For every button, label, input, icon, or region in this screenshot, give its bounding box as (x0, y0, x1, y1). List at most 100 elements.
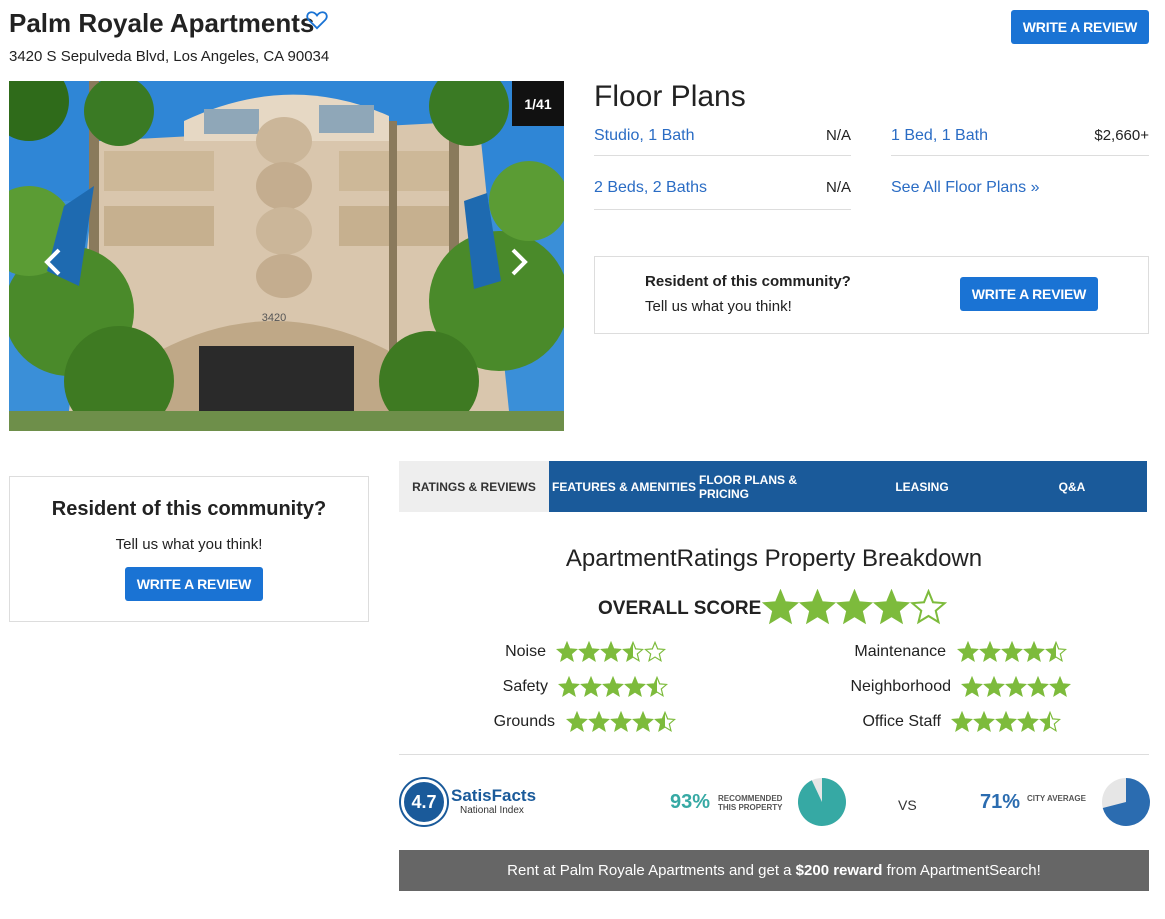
banner-reward: $200 reward (795, 862, 883, 879)
star-full-icon (566, 711, 588, 732)
overall-score-label: OVERALL SCORE (598, 598, 762, 619)
resident-question: Resident of this community? (645, 273, 851, 290)
rating-label-maintenance: Maintenance (854, 643, 946, 660)
floor-plan-price: N/A (825, 179, 851, 196)
recommended-label-line: THIS PROPERTY (718, 803, 783, 812)
resident-text: Tell us what you think! (115, 536, 263, 553)
satisfacts-score-badge: 4.7 (401, 779, 447, 825)
star-full-icon (873, 589, 910, 625)
rating-stars-neighborhood (961, 676, 1071, 698)
rating-stars-maintenance (957, 641, 1067, 663)
floor-plan-link-studio[interactable]: Studio, 1 Bath (594, 127, 695, 145)
city-average-pie-chart (1102, 778, 1150, 826)
resident-text: Tell us what you think! (645, 298, 792, 315)
tab-floor-plans-pricing[interactable]: FLOOR PLANS & PRICING (699, 461, 847, 512)
breakdown-title: ApartmentRatings Property Breakdown (565, 545, 983, 572)
rating-label-noise: Noise (505, 643, 546, 660)
divider (594, 155, 851, 156)
floor-plan-row: 2 Beds, 2 Baths N/A (594, 179, 851, 219)
star-full-icon (995, 711, 1017, 732)
divider (594, 209, 851, 210)
rating-label-office-staff: Office Staff (862, 713, 941, 730)
tab-ratings-reviews[interactable]: RATINGS & REVIEWS (399, 461, 549, 512)
see-all-floor-plans-link[interactable]: See All Floor Plans » (891, 179, 1040, 197)
star-full-icon (979, 641, 1001, 662)
star-full-icon (556, 641, 578, 662)
star-full-icon (1001, 641, 1023, 662)
chevron-left-icon[interactable] (41, 246, 65, 278)
page-title: Palm Royale Apartments (9, 8, 315, 38)
rating-stars-noise (556, 641, 666, 663)
star-full-icon (558, 676, 580, 697)
star-full-icon (1027, 676, 1049, 697)
star-full-icon (578, 641, 600, 662)
recommended-percent: 93% (670, 791, 711, 813)
svg-text:3420: 3420 (262, 312, 286, 324)
property-address: 3420 S Sepulveda Blvd, Los Angeles, CA 9… (9, 48, 330, 65)
floor-plan-link-1bed[interactable]: 1 Bed, 1 Bath (891, 127, 988, 145)
floor-plan-row: Studio, 1 Bath N/A (594, 127, 851, 167)
star-full-icon (961, 676, 983, 697)
star-full-icon (1017, 711, 1039, 732)
chevron-right-icon[interactable] (507, 246, 531, 278)
heart-icon[interactable] (306, 10, 328, 30)
star-full-icon (580, 676, 602, 697)
banner-prefix: Rent at Palm Royale Apartments and get a (507, 862, 796, 879)
city-average-label: CITY AVERAGE (1027, 794, 1086, 803)
tab-qa[interactable]: Q&A (997, 461, 1147, 512)
resident-question: Resident of this community? (51, 498, 327, 520)
banner-suffix: from ApartmentSearch! (882, 862, 1041, 879)
photo-gallery[interactable]: 3420 1/41 (9, 81, 564, 431)
star-empty-icon (644, 641, 666, 662)
tab-features-amenities[interactable]: FEATURES & AMENITIES (549, 461, 699, 512)
star-full-icon (632, 711, 654, 732)
floor-plan-price: N/A (825, 127, 851, 144)
star-half-icon (654, 711, 676, 732)
star-empty-icon (910, 589, 947, 625)
reward-banner[interactable]: Rent at Palm Royale Apartments and get a… (399, 850, 1149, 891)
star-half-icon (1039, 711, 1061, 732)
city-average-percent: 71% (980, 791, 1021, 813)
overall-stars (762, 589, 947, 626)
rating-stars-grounds (566, 711, 676, 733)
rating-label-neighborhood: Neighborhood (850, 678, 951, 695)
floor-plan-row: See All Floor Plans » (891, 179, 1149, 219)
star-full-icon (600, 641, 622, 662)
star-full-icon (983, 676, 1005, 697)
star-full-icon (957, 641, 979, 662)
floor-plan-link-2bed[interactable]: 2 Beds, 2 Baths (594, 179, 707, 197)
star-full-icon (602, 676, 624, 697)
write-review-button[interactable]: WRITE A REVIEW (125, 567, 263, 601)
recommended-label-line: RECOMMENDED (718, 794, 783, 803)
rating-label-safety: Safety (502, 678, 548, 695)
tab-bar: RATINGS & REVIEWS FEATURES & AMENITIES F… (399, 461, 1147, 512)
star-full-icon (1005, 676, 1027, 697)
floor-plans-title: Floor Plans (594, 80, 746, 113)
star-full-icon (588, 711, 610, 732)
star-full-icon (799, 589, 836, 625)
recommended-pie-chart (797, 778, 846, 826)
building-photo: 3420 (9, 81, 564, 431)
floor-plan-price: $2,660+ (1094, 127, 1149, 144)
photo-counter: 1/41 (512, 81, 564, 126)
star-half-icon (622, 641, 644, 662)
rating-stars-office-staff (951, 711, 1061, 733)
star-half-icon (1045, 641, 1067, 662)
tab-leasing[interactable]: LEASING (847, 461, 997, 512)
star-full-icon (1023, 641, 1045, 662)
divider (399, 754, 1149, 755)
star-full-icon (973, 711, 995, 732)
write-review-button[interactable]: WRITE A REVIEW (960, 277, 1098, 311)
rating-label-grounds: Grounds (493, 713, 555, 730)
star-full-icon (1049, 676, 1071, 697)
recommended-label: RECOMMENDED THIS PROPERTY (718, 794, 782, 812)
star-full-icon (836, 589, 873, 625)
star-full-icon (762, 589, 799, 625)
star-full-icon (951, 711, 973, 732)
versus-label: VS (898, 797, 917, 813)
star-half-icon (646, 676, 668, 697)
rating-stars-safety (558, 676, 668, 698)
floor-plan-row: 1 Bed, 1 Bath $2,660+ (891, 127, 1149, 167)
star-full-icon (624, 676, 646, 697)
write-review-button[interactable]: WRITE A REVIEW (1011, 10, 1149, 44)
